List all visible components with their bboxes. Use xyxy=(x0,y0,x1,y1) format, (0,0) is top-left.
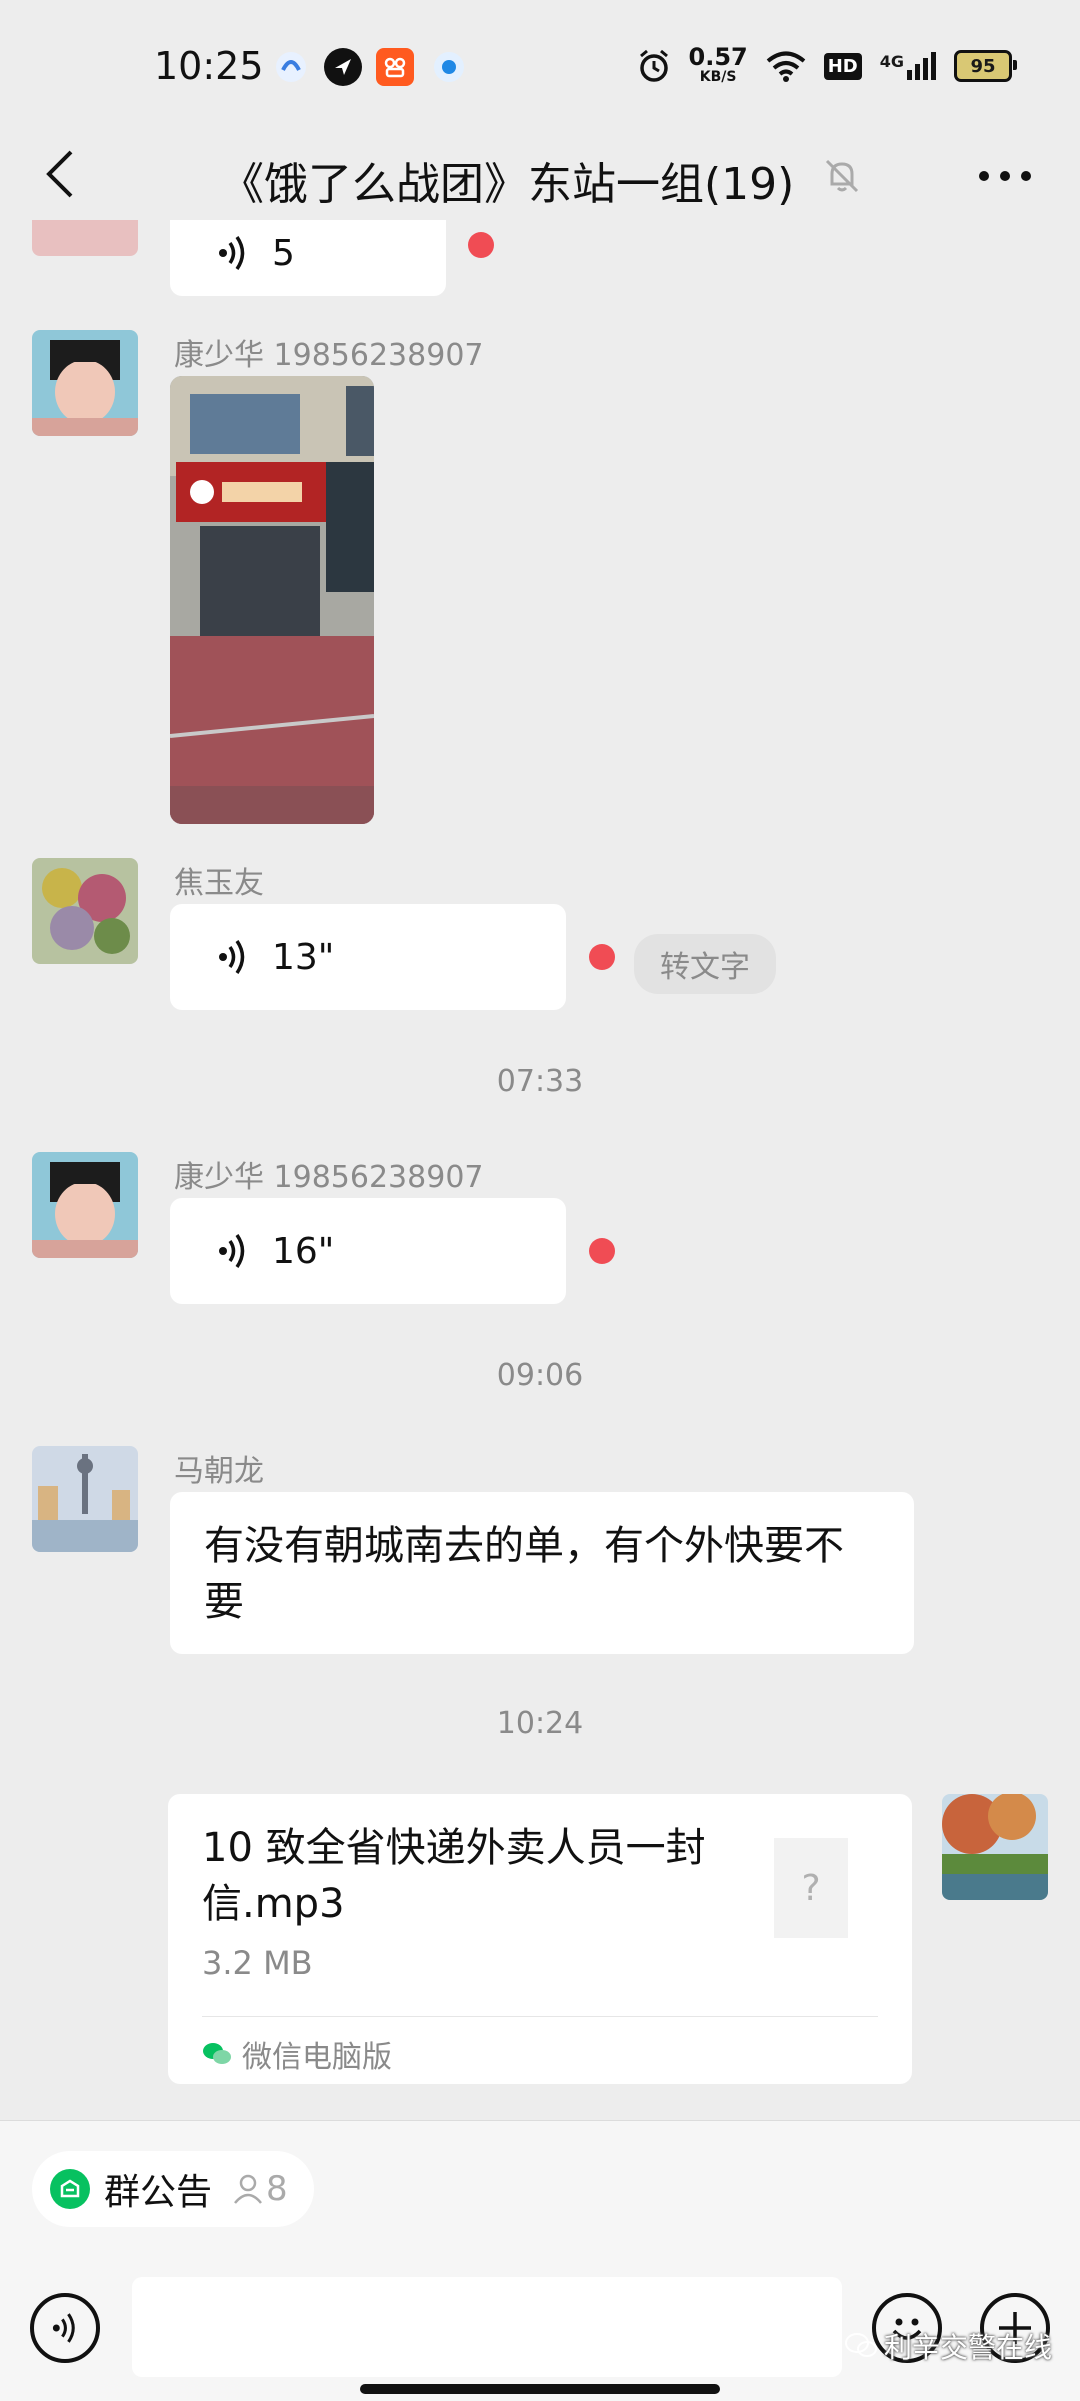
convert-to-text-button[interactable]: 转文字 xyxy=(634,934,776,994)
voice-input-icon xyxy=(52,2313,75,2343)
avatar[interactable] xyxy=(32,1152,138,1258)
sender-name: 焦玉友 xyxy=(174,866,264,901)
file-size: 3.2 MB xyxy=(202,1944,313,1982)
cellular-signal-icon: 4G xyxy=(880,52,936,80)
battery-icon: 95 xyxy=(954,50,1017,82)
message-text: 有没有朝城南去的单，有个外快要不要 xyxy=(204,1523,844,1625)
watermark: 利辛交警在线 xyxy=(844,2326,1052,2366)
message-input[interactable] xyxy=(132,2277,842,2377)
more-button[interactable] xyxy=(970,146,1040,206)
file-source: 微信电脑版 xyxy=(202,2032,392,2076)
group-notice-button[interactable]: 群公告 8 xyxy=(32,2151,314,2227)
unread-dot xyxy=(589,1238,615,1264)
timestamp: 09:06 xyxy=(496,1358,584,1393)
sender-name: 马朝龙 xyxy=(174,1454,264,1489)
voice-input-button[interactable] xyxy=(30,2293,100,2363)
chat-title: 《饿了么战团》东站一组(19) xyxy=(220,159,795,210)
notice-label: 群公告 xyxy=(104,2172,213,2213)
voice-message-bubble[interactable]: 16" xyxy=(170,1198,566,1304)
alarm-icon xyxy=(639,49,668,82)
voice-duration: 5 xyxy=(272,232,295,274)
image-message[interactable] xyxy=(170,376,374,824)
back-button[interactable] xyxy=(30,144,90,204)
file-message-bubble[interactable]: 10 致全省快递外卖人员一封信.mp3 3.2 MB ? 微信电脑版 xyxy=(168,1794,912,2084)
text-message-bubble[interactable]: 有没有朝城南去的单，有个外快要不要 xyxy=(170,1492,914,1654)
unknown-file-icon: ? xyxy=(774,1838,848,1938)
voice-wave-icon xyxy=(219,1234,245,1268)
home-indicator[interactable] xyxy=(360,2384,720,2394)
notice-icon xyxy=(50,2169,90,2209)
status-bar: 10:25 0.57 KB/S HD 4G 95 xyxy=(0,0,1080,130)
net-speed: 0.57 KB/S xyxy=(688,43,748,85)
avatar-self[interactable] xyxy=(942,1794,1048,1900)
divider xyxy=(202,2016,878,2017)
back-arrow-icon xyxy=(46,150,73,198)
app-notification-icon xyxy=(272,48,310,86)
voice-message-bubble[interactable]: 13" xyxy=(170,904,566,1010)
status-time: 10:25 xyxy=(154,44,264,88)
more-dots-icon xyxy=(979,171,1031,181)
avatar[interactable] xyxy=(32,330,138,436)
app-notification-icon xyxy=(324,48,362,86)
wechat-icon xyxy=(203,2043,231,2064)
avatar[interactable] xyxy=(32,220,138,256)
unread-dot xyxy=(589,944,615,970)
chat-header: 《饿了么战团》东站一组(19) xyxy=(0,130,1080,220)
app-notification-icon xyxy=(376,48,414,86)
sender-name: 康少华 19856238907 xyxy=(174,1160,484,1195)
voice-message-bubble[interactable]: 5 xyxy=(170,220,446,296)
wifi-icon xyxy=(766,51,805,82)
app-notification-icon xyxy=(430,48,468,86)
hd-icon: HD xyxy=(823,52,862,80)
voice-wave-icon xyxy=(219,940,245,974)
mute-bell-icon xyxy=(825,159,859,193)
sender-name: 康少华 19856238907 xyxy=(174,338,484,373)
voice-duration: 16" xyxy=(272,1230,335,1272)
voice-wave-icon xyxy=(219,236,245,270)
unread-dot xyxy=(468,232,494,258)
timestamp: 10:24 xyxy=(496,1706,584,1741)
avatar[interactable] xyxy=(32,1446,138,1552)
members-icon xyxy=(232,2173,264,2205)
avatar[interactable] xyxy=(32,858,138,964)
voice-duration: 13" xyxy=(272,936,335,978)
status-right-icons: 0.57 KB/S HD 4G 95 xyxy=(637,43,1017,86)
chat-message-list[interactable]: 5 康少华 19856238907 焦玉友 13" 转文字 07:33 康少华 … xyxy=(0,220,1080,2120)
member-count: 8 xyxy=(266,2169,288,2209)
timestamp: 07:33 xyxy=(496,1064,584,1099)
file-name: 10 致全省快递外卖人员一封信.mp3 xyxy=(202,1825,706,1927)
wechat-watermark-icon xyxy=(844,2333,877,2357)
